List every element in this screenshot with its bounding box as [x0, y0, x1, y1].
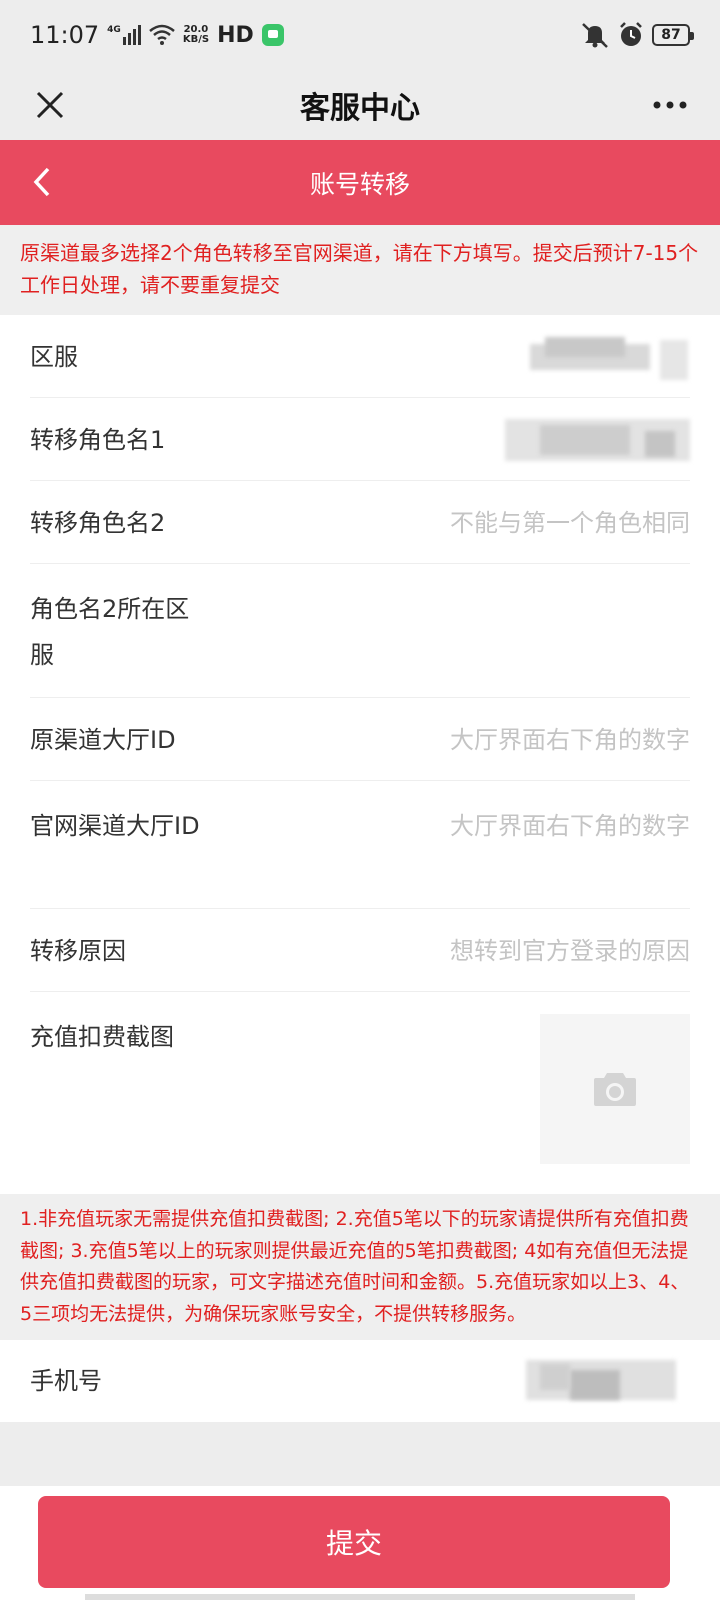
phone-label: 手机号 — [30, 1367, 102, 1395]
role1-label: 转移角色名1 — [30, 425, 166, 454]
server-row[interactable]: 区服 — [0, 315, 720, 398]
role2-input[interactable] — [410, 499, 690, 546]
role2-label: 转移角色名2 — [30, 508, 166, 537]
close-icon — [36, 91, 64, 119]
back-button[interactable] — [22, 162, 62, 202]
role2-server-label: 角色名2所在区服 — [30, 595, 190, 669]
screenshot-row: 充值扣费截图 — [0, 992, 720, 1194]
status-left: 11:07 4G 20.0 KB/S HD — [30, 21, 284, 49]
more-icon — [653, 101, 687, 109]
status-time: 11:07 — [30, 21, 100, 49]
battery-icon: 87 — [652, 24, 694, 46]
submit-button[interactable]: 提交 — [38, 1496, 670, 1588]
close-button[interactable] — [22, 77, 78, 133]
role2-row[interactable]: 转移角色名2 — [0, 481, 720, 564]
wifi-icon — [149, 24, 175, 45]
notice-bottom: 1.非充值玩家无需提供充值扣费截图; 2.充值5笔以下的玩家请提供所有充值扣费截… — [0, 1194, 720, 1340]
phone-row[interactable]: 手机号 — [0, 1340, 720, 1422]
official-lobby-id-label: 官网渠道大厅ID — [30, 812, 200, 840]
page-title: 账号转移 — [309, 169, 410, 199]
page: 11:07 4G 20.0 KB/S HD 87 客服中心 账号转移 原渠道最多… — [0, 0, 720, 1600]
server-label: 区服 — [30, 342, 78, 371]
signal-icon: 4G — [107, 25, 141, 45]
more-button[interactable] — [642, 77, 698, 133]
alarm-icon — [620, 22, 642, 46]
status-bar: 11:07 4G 20.0 KB/S HD 87 — [0, 0, 720, 70]
hd-label: HD — [217, 22, 254, 48]
net-speed-unit: KB/S — [182, 34, 210, 45]
official-lobby-id-row[interactable]: 官网渠道大厅ID — [0, 781, 720, 909]
page-header: 账号转移 — [0, 140, 720, 225]
status-right: 87 — [580, 22, 694, 48]
submit-area: 提交 — [0, 1486, 720, 1600]
official-lobby-id-input[interactable] — [410, 803, 690, 849]
role2-server-input[interactable] — [410, 586, 690, 632]
orig-lobby-id-row[interactable]: 原渠道大厅ID — [0, 698, 720, 781]
reason-row[interactable]: 转移原因 — [0, 909, 720, 992]
signal-label: 4G — [107, 25, 121, 35]
server-value-redacted[interactable] — [500, 332, 690, 382]
chat-icon — [261, 24, 284, 46]
camera-icon — [594, 1073, 636, 1106]
role1-row[interactable]: 转移角色名1 — [0, 398, 720, 481]
orig-lobby-id-input[interactable] — [410, 716, 690, 763]
screenshot-label: 充值扣费截图 — [30, 1023, 174, 1051]
chevron-left-icon — [33, 167, 50, 197]
role1-value-redacted[interactable] — [500, 415, 690, 465]
phone-value-redacted[interactable] — [520, 1356, 690, 1406]
mute-bell-icon — [582, 23, 608, 48]
screenshot-upload-button[interactable] — [540, 1014, 690, 1164]
orig-lobby-id-label: 原渠道大厅ID — [30, 725, 176, 754]
reason-label: 转移原因 — [30, 936, 126, 965]
nav-bar: 客服中心 — [0, 70, 720, 140]
role2-server-row[interactable]: 角色名2所在区服 — [0, 564, 720, 698]
home-indicator — [85, 1594, 635, 1600]
net-speed: 20.0 KB/S — [183, 25, 209, 45]
transfer-form: 区服 转移角色名1 转移角色名2 角色名2所在区服 原渠道大厅ID — [0, 315, 720, 1194]
reason-input[interactable] — [410, 927, 690, 974]
nav-title: 客服中心 — [300, 91, 420, 126]
notice-top: 原渠道最多选择2个角色转移至官网渠道，请在下方填写。提交后预计7-15个工作日处… — [0, 225, 720, 315]
